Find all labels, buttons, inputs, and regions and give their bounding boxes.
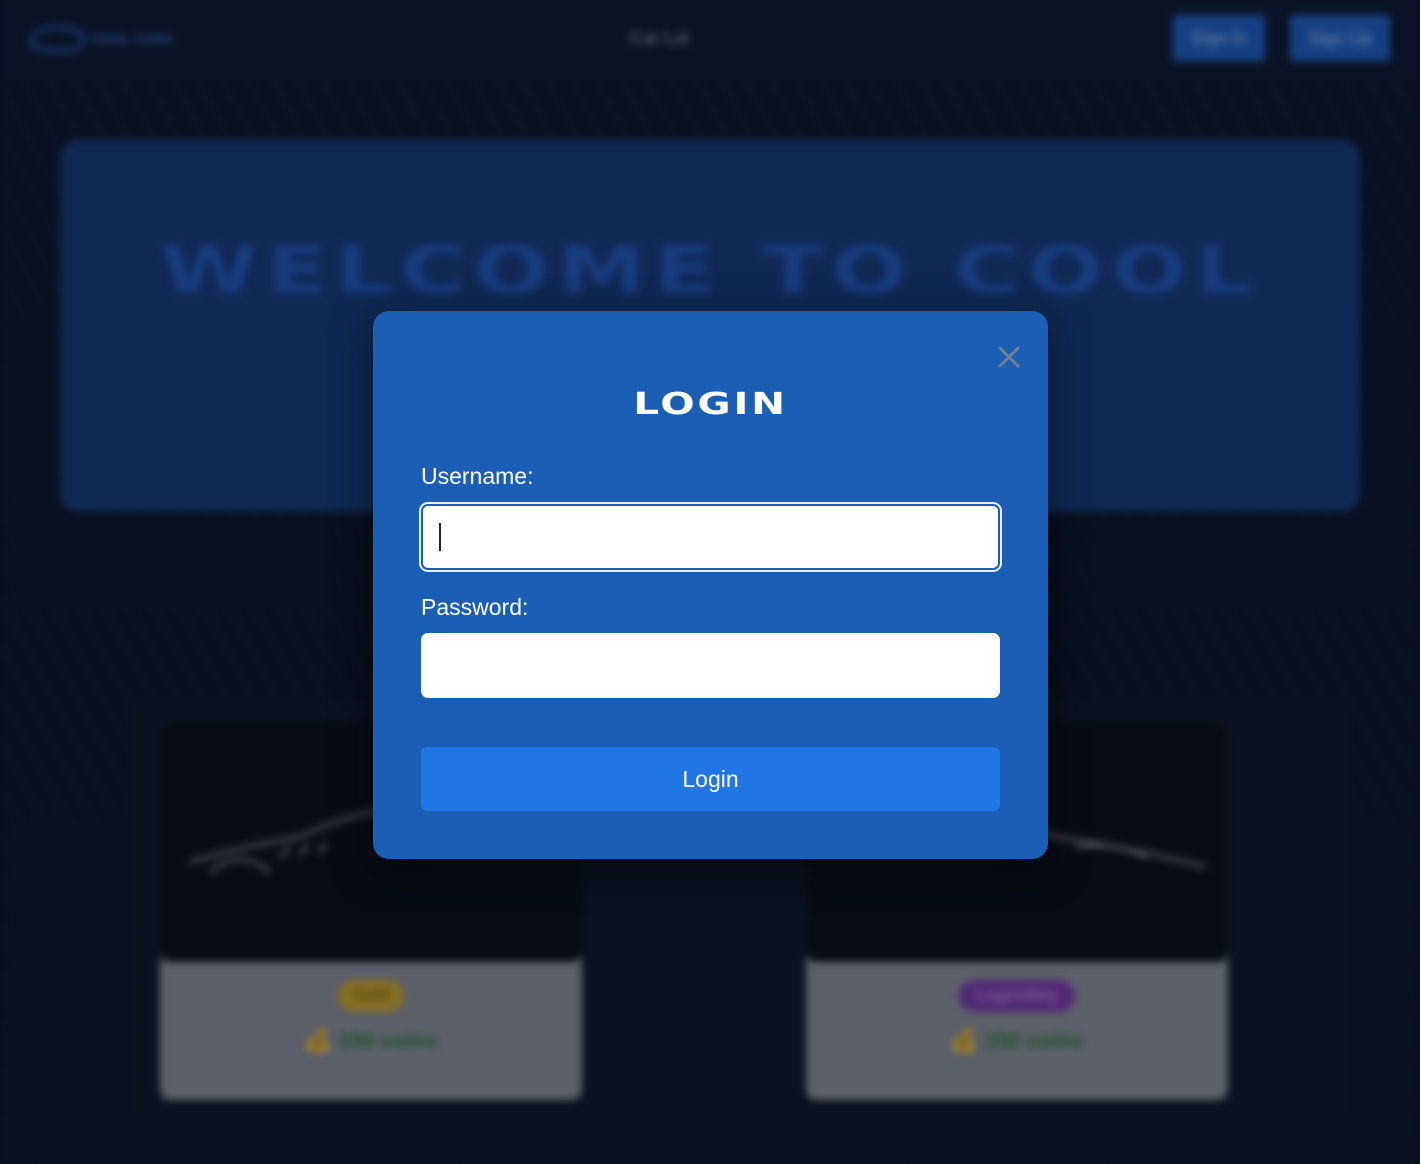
login-modal: LOGIN Username: Password: Login	[373, 311, 1048, 859]
password-input[interactable]	[421, 633, 1000, 698]
password-label: Password:	[421, 594, 529, 620]
username-input[interactable]	[421, 504, 1000, 570]
text-caret	[439, 523, 441, 551]
username-label: Username:	[421, 463, 534, 489]
close-button[interactable]	[991, 339, 1027, 375]
close-icon	[998, 346, 1020, 368]
modal-title: LOGIN	[633, 387, 788, 422]
login-submit-button[interactable]: Login	[421, 747, 1000, 811]
